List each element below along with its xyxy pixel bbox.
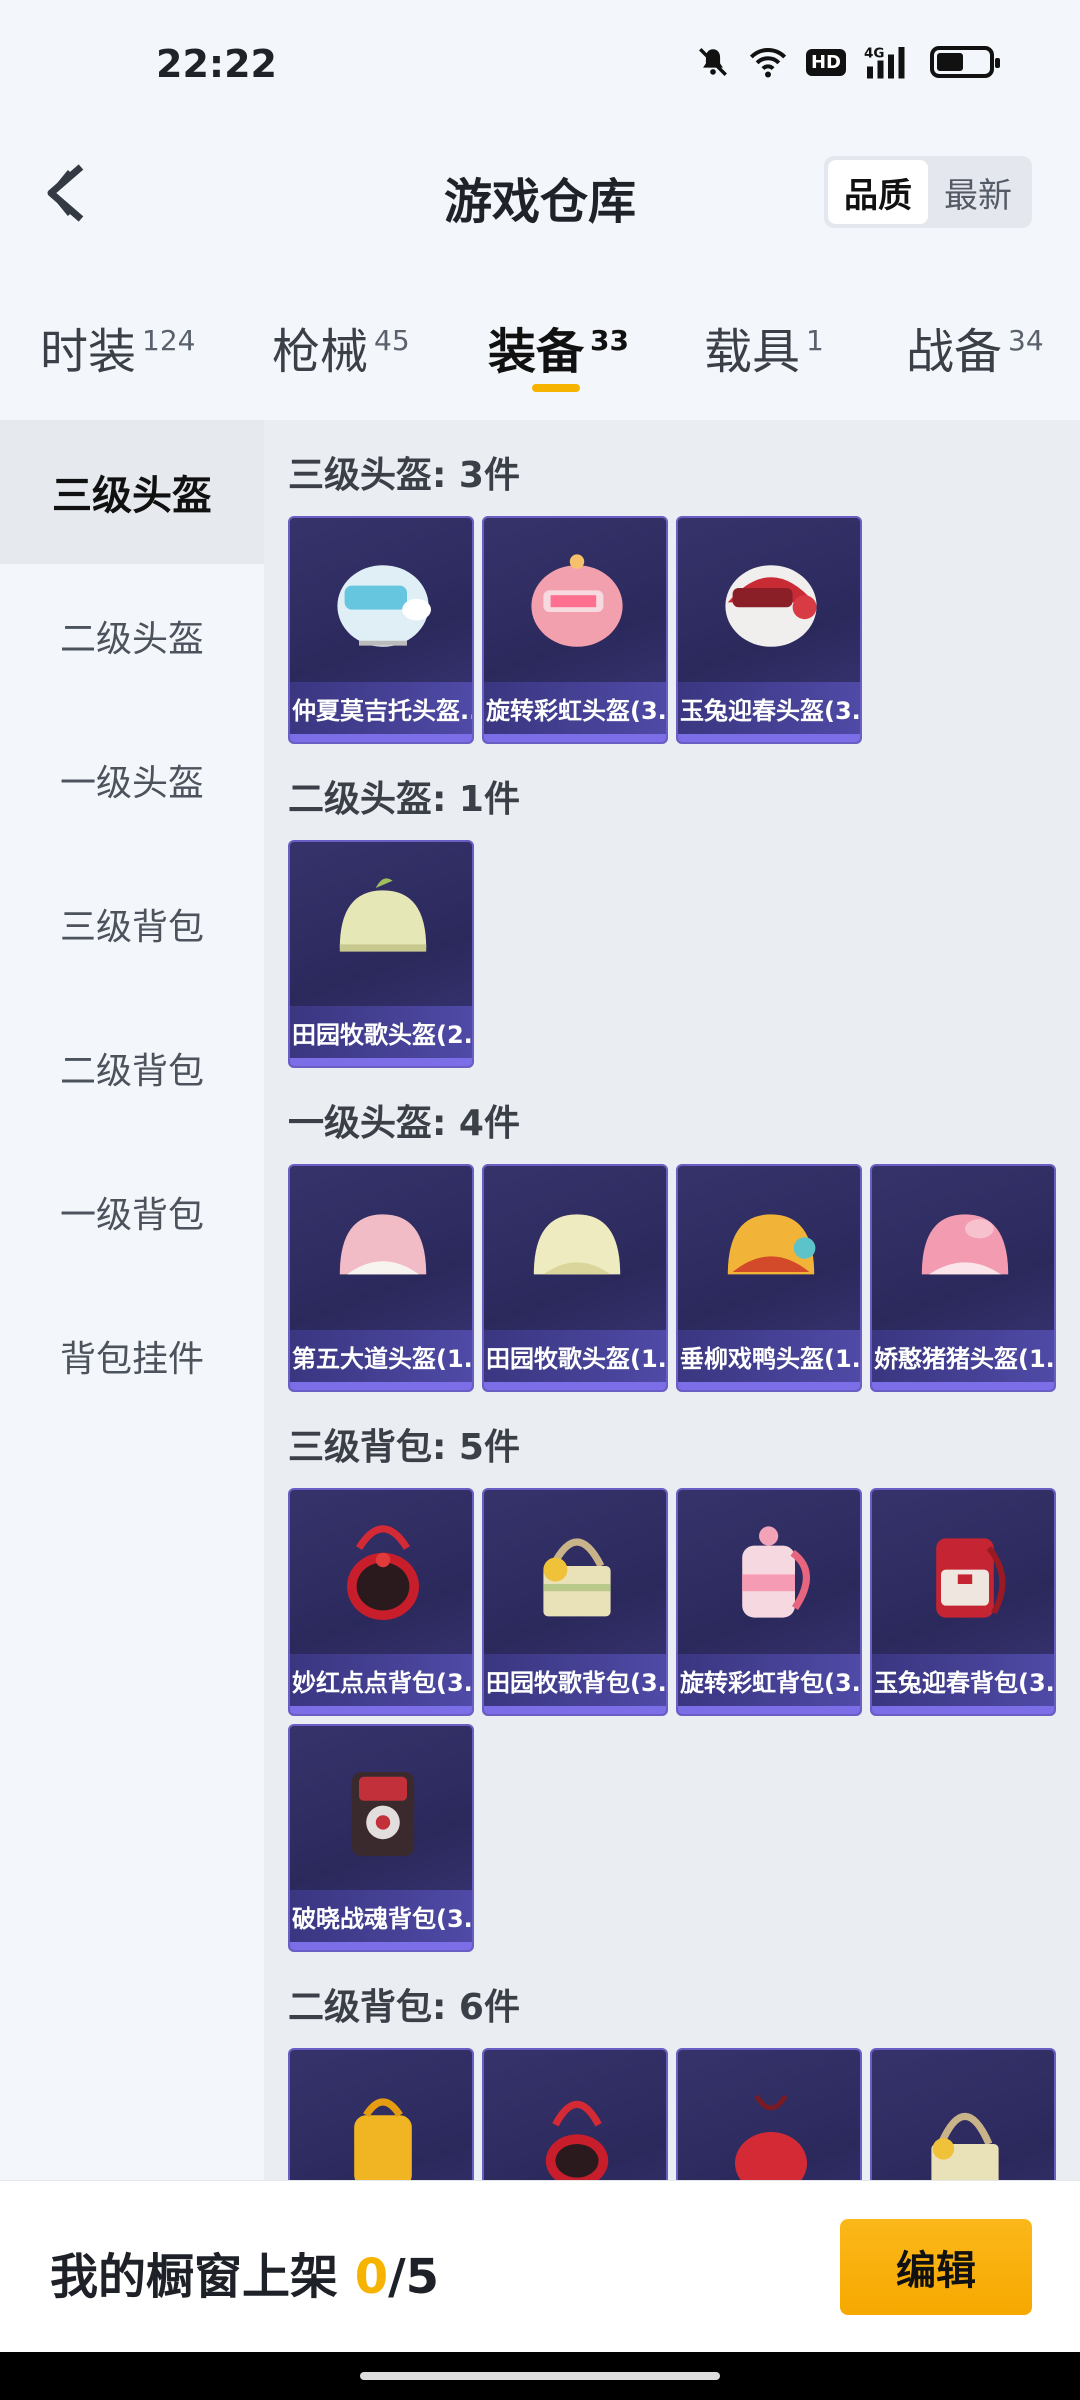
helmet-image	[290, 1166, 472, 1330]
bottom-bar: 我的橱窗上架 0/5 编辑	[0, 2180, 1080, 2352]
category-tabs: 时装 124 枪械 45 装备 33 载具 1 战备 34	[0, 250, 1080, 420]
showcase-total: /5	[388, 2249, 440, 2305]
item-name: 旋转彩虹背包(3...	[678, 1654, 860, 1706]
section-title: 三级头盔: 3件	[288, 455, 520, 496]
item-card[interactable]: 田园牧歌背包(3...	[482, 1488, 668, 1716]
tab-equipment[interactable]: 装备 33	[488, 312, 629, 382]
sort-newest-button[interactable]: 最新	[928, 160, 1028, 224]
showcase-status: 我的橱窗上架 0/5	[50, 2237, 439, 2307]
sidebar-item-level2-backpack[interactable]: 二级背包	[0, 996, 264, 1140]
item-name: 垂柳戏鸭头盔(1...	[678, 1330, 860, 1382]
home-indicator[interactable]	[360, 2372, 720, 2380]
tab-label: 时装	[40, 324, 137, 380]
item-card[interactable]: 仲夏莫吉托头盔...	[288, 516, 474, 744]
showcase-label: 我的橱窗上架	[50, 2249, 355, 2305]
item-grid: 三级头盔: 3件 仲夏莫吉托头盔... 旋转彩虹头盔(3... 玉兔迎春头盔(3…	[264, 420, 1080, 2185]
sidebar-item-backpack-charm[interactable]: 背包挂件	[0, 1284, 264, 1428]
item-card[interactable]: 妙红点点背包(3...	[288, 1488, 474, 1716]
backpack-image	[678, 1490, 860, 1654]
tab-label: 装备	[488, 324, 585, 380]
item-card[interactable]: 垂柳戏鸭头盔(1...	[676, 1164, 862, 1392]
item-card[interactable]	[870, 2048, 1056, 2185]
sidebar-item-level1-helmet[interactable]: 一级头盔	[0, 708, 264, 852]
battery-icon	[930, 46, 1000, 78]
sidebar-item-level3-helmet[interactable]: 三级头盔	[0, 420, 264, 564]
tab-count: 1	[806, 324, 824, 357]
tab-label: 载具	[704, 324, 801, 380]
tab-vehicles[interactable]: 载具 1	[704, 312, 824, 382]
sidebar-item-level1-backpack[interactable]: 一级背包	[0, 1140, 264, 1284]
helmet-image	[872, 1166, 1054, 1330]
helmet-image	[484, 518, 666, 682]
status-bar: 22:22 HD 4G	[0, 0, 1080, 140]
item-card[interactable]	[676, 2048, 862, 2185]
item-card[interactable]: 第五大道头盔(1...	[288, 1164, 474, 1392]
item-card[interactable]: 娇憨猪猪头盔(1...	[870, 1164, 1056, 1392]
item-name: 仲夏莫吉托头盔...	[290, 682, 472, 734]
sidebar-item-level3-backpack[interactable]: 三级背包	[0, 852, 264, 996]
system-nav-bar	[0, 2352, 1080, 2400]
item-name: 田园牧歌头盔(2...	[290, 1006, 472, 1058]
backpack-image	[872, 1490, 1054, 1654]
item-card[interactable]: 玉兔迎春背包(3...	[870, 1488, 1056, 1716]
section-title: 一级头盔: 4件	[288, 1103, 520, 1144]
sort-quality-button[interactable]: 品质	[828, 160, 928, 224]
item-card[interactable]	[482, 2048, 668, 2185]
item-card[interactable]: 田园牧歌头盔(2...	[288, 840, 474, 1068]
tab-firearms[interactable]: 枪械 45	[272, 312, 410, 382]
status-icons: HD 4G	[696, 44, 1000, 80]
backpack-image	[290, 2050, 472, 2185]
backpack-image	[290, 1726, 472, 1890]
header: 游戏仓库 品质 最新	[0, 140, 1080, 250]
cell-signal-icon: 4G	[864, 44, 912, 80]
section-title: 二级头盔: 1件	[288, 779, 520, 820]
edit-button[interactable]: 编辑	[840, 2219, 1032, 2315]
sort-toggle: 品质 最新	[824, 156, 1032, 228]
tab-fashion[interactable]: 时装 124	[40, 312, 195, 382]
section-title: 二级背包: 6件	[288, 1987, 520, 2028]
item-name: 娇憨猪猪头盔(1...	[872, 1330, 1054, 1382]
tab-count: 33	[590, 324, 629, 357]
tab-label: 战备	[906, 324, 1003, 380]
sidebar-item-level2-helmet[interactable]: 二级头盔	[0, 564, 264, 708]
item-card[interactable]	[288, 2048, 474, 2185]
item-name: 玉兔迎春头盔(3...	[678, 682, 860, 734]
item-card[interactable]: 旋转彩虹背包(3...	[676, 1488, 862, 1716]
backpack-image	[678, 2050, 860, 2185]
tab-count: 45	[374, 324, 410, 357]
hd-badge: HD	[805, 48, 846, 76]
item-name: 田园牧歌背包(3...	[484, 1654, 666, 1706]
item-name: 旋转彩虹头盔(3...	[484, 682, 666, 734]
bell-muted-icon	[696, 45, 730, 79]
item-card[interactable]: 破晓战魂背包(3...	[288, 1724, 474, 1952]
item-card[interactable]: 田园牧歌头盔(1...	[482, 1164, 668, 1392]
showcase-count: 0	[354, 2249, 389, 2305]
helmet-image	[290, 842, 472, 1006]
backpack-image	[484, 2050, 666, 2185]
clock: 22:22	[156, 42, 277, 86]
tab-count: 124	[142, 324, 196, 357]
helmet-image	[290, 518, 472, 682]
tab-label: 枪械	[272, 324, 369, 380]
section-title: 三级背包: 5件	[288, 1427, 520, 1468]
item-name: 妙红点点背包(3...	[290, 1654, 472, 1706]
sidebar: 三级头盔 二级头盔 一级头盔 三级背包 二级背包 一级背包 背包挂件	[0, 420, 264, 2180]
item-card[interactable]: 旋转彩虹头盔(3...	[482, 516, 668, 744]
backpack-image	[290, 1490, 472, 1654]
tab-battle-gear[interactable]: 战备 34	[906, 312, 1044, 382]
helmet-image	[678, 1166, 860, 1330]
helmet-image	[484, 1166, 666, 1330]
active-tab-indicator	[532, 384, 580, 392]
backpack-image	[872, 2050, 1054, 2185]
svg-text:4G: 4G	[864, 46, 884, 62]
backpack-image	[484, 1490, 666, 1654]
wifi-icon	[748, 45, 788, 79]
item-name: 玉兔迎春背包(3...	[872, 1654, 1054, 1706]
item-name: 田园牧歌头盔(1...	[484, 1330, 666, 1382]
item-name: 破晓战魂背包(3...	[290, 1890, 472, 1942]
tab-count: 34	[1008, 324, 1044, 357]
helmet-image	[678, 518, 860, 682]
item-card[interactable]: 玉兔迎春头盔(3...	[676, 516, 862, 744]
item-name: 第五大道头盔(1...	[290, 1330, 472, 1382]
